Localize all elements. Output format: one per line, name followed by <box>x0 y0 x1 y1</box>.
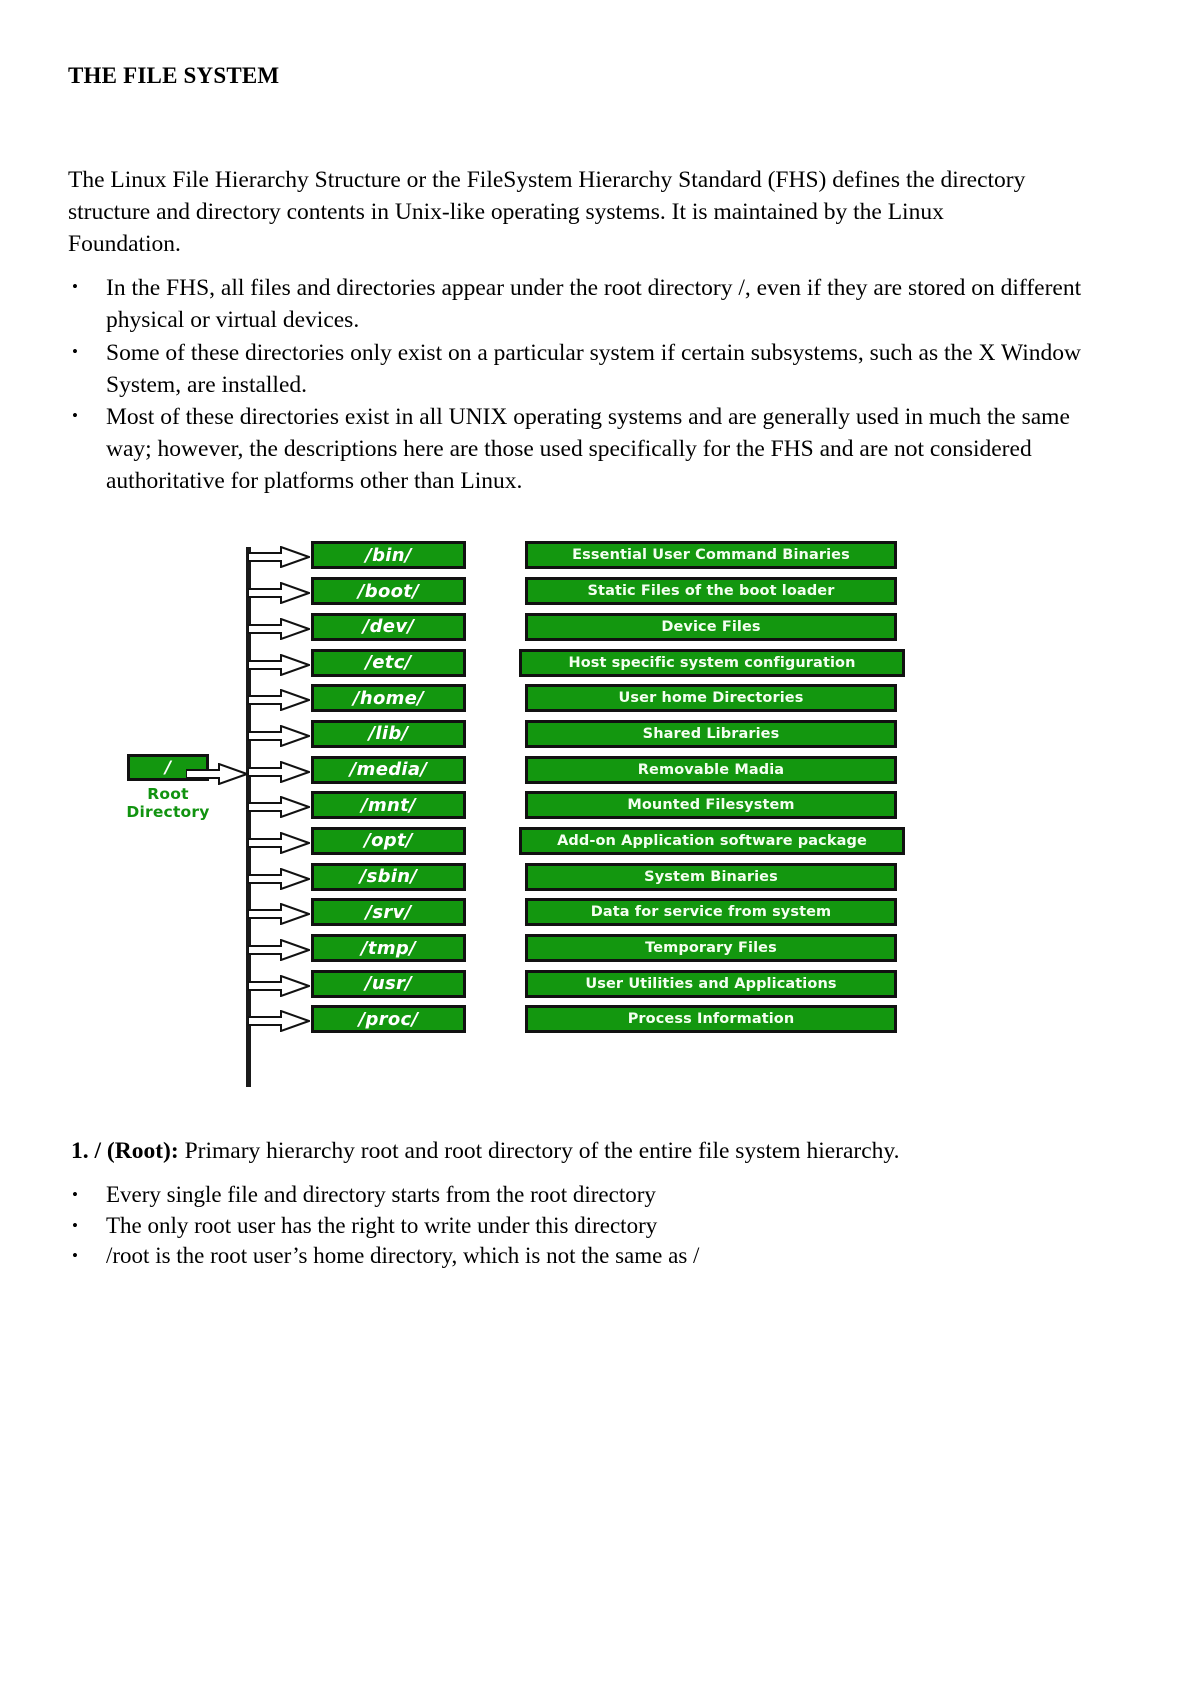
directory-box: /opt/ <box>311 826 466 855</box>
intro-bullet-list: In the FHS, all files and directories ap… <box>68 271 1130 498</box>
list-item: Most of these directories exist in all U… <box>68 400 1096 498</box>
diagram-row: /sbin/System Binaries <box>68 862 1128 899</box>
connector-arrow-icon <box>248 867 310 890</box>
directory-description-box: Process Information <box>525 1005 897 1034</box>
diagram-row: /usr/User Utilities and Applications <box>68 969 1128 1006</box>
connector-arrow-icon <box>248 546 310 569</box>
connector-arrow-icon <box>248 760 310 783</box>
diagram-row: /mnt/Mounted Filesystem <box>68 791 1128 827</box>
fhs-hierarchy-diagram: / Root Directory /bin/Essential User Com… <box>68 541 1128 1109</box>
connector-arrow-icon <box>248 831 310 854</box>
document-page: THE FILE SYSTEM The Linux File Hierarchy… <box>0 0 1200 1697</box>
connector-arrow-icon <box>248 689 310 712</box>
diagram-row: /tmp/Temporary Files <box>68 934 1128 970</box>
directory-box: /mnt/ <box>311 791 466 820</box>
directory-box: /boot/ <box>311 577 466 606</box>
list-item: In the FHS, all files and directories ap… <box>68 271 1096 336</box>
connector-arrow-icon <box>248 796 310 819</box>
connector-arrow-icon <box>248 582 310 605</box>
diagram-row: /home/User home Directories <box>68 684 1128 720</box>
directory-description-box: Add-on Application software package <box>519 826 905 855</box>
diagram-row: /etc/Host specific system configuration <box>68 648 1128 685</box>
diagram-row: /dev/Device Files <box>68 612 1128 649</box>
root-bullet-list: Every single file and directory starts f… <box>68 1179 1130 1272</box>
directory-box: /etc/ <box>311 648 466 677</box>
connector-arrow-icon <box>248 939 310 962</box>
intro-paragraph: The Linux File Hierarchy Structure or th… <box>68 166 1026 257</box>
connector-arrow-icon <box>248 617 310 640</box>
diagram-row: /media/Removable Madia <box>68 755 1128 792</box>
directory-box: /tmp/ <box>311 934 466 963</box>
diagram-row: /opt/Add-on Application software package <box>68 826 1128 863</box>
directory-box: /lib/ <box>311 719 466 748</box>
diagram-row: /srv/Data for service from system <box>68 898 1128 934</box>
directory-box: /bin/ <box>311 541 466 570</box>
directory-box: /usr/ <box>311 969 466 998</box>
directory-description-box: System Binaries <box>525 862 897 891</box>
directory-box: /home/ <box>311 684 466 713</box>
section-root-number: 1. / (Root): <box>71 1138 179 1165</box>
section-root-heading: 1. / (Root): Primary hierarchy root and … <box>68 1135 1130 1168</box>
directory-box: /media/ <box>311 755 466 784</box>
directory-description-box: Mounted Filesystem <box>525 791 897 820</box>
connector-arrow-icon <box>248 974 310 997</box>
directory-description-box: Shared Libraries <box>525 719 897 748</box>
directory-box: /proc/ <box>311 1005 466 1034</box>
directory-box: /sbin/ <box>311 862 466 891</box>
directory-description-box: Data for service from system <box>525 898 897 927</box>
section-root-text: Primary hierarchy root and root director… <box>178 1138 900 1165</box>
diagram-row: /lib/Shared Libraries <box>68 719 1128 756</box>
directory-description-box: Static Files of the boot loader <box>525 577 897 606</box>
directory-description-box: Host specific system configuration <box>519 648 905 677</box>
directory-description-box: Essential User Command Binaries <box>525 541 897 570</box>
page-title: THE FILE SYSTEM <box>68 63 280 88</box>
directory-description-box: Temporary Files <box>525 934 897 963</box>
list-item: Some of these directories only exist on … <box>68 336 1096 401</box>
directory-description-box: Device Files <box>525 612 897 641</box>
connector-arrow-icon <box>248 724 310 747</box>
directory-description-box: User home Directories <box>525 684 897 713</box>
connector-arrow-icon <box>248 653 310 676</box>
directory-description-box: Removable Madia <box>525 755 897 784</box>
directory-box: /srv/ <box>311 898 466 927</box>
diagram-row-container: /bin/Essential User Command Binaries/boo… <box>68 541 1128 1041</box>
directory-box: /dev/ <box>311 612 466 641</box>
list-item: The only root user has the right to writ… <box>68 1210 1096 1242</box>
diagram-row: /boot/Static Files of the boot loader <box>68 577 1128 613</box>
diagram-row: /bin/Essential User Command Binaries <box>68 541 1128 577</box>
connector-arrow-icon <box>248 1010 310 1033</box>
list-item: Every single file and directory starts f… <box>68 1179 1096 1211</box>
connector-arrow-icon <box>248 903 310 926</box>
directory-description-box: User Utilities and Applications <box>525 969 897 998</box>
diagram-row: /proc/Process Information <box>68 1005 1128 1041</box>
list-item: /root is the root user’s home directory,… <box>68 1240 1096 1272</box>
